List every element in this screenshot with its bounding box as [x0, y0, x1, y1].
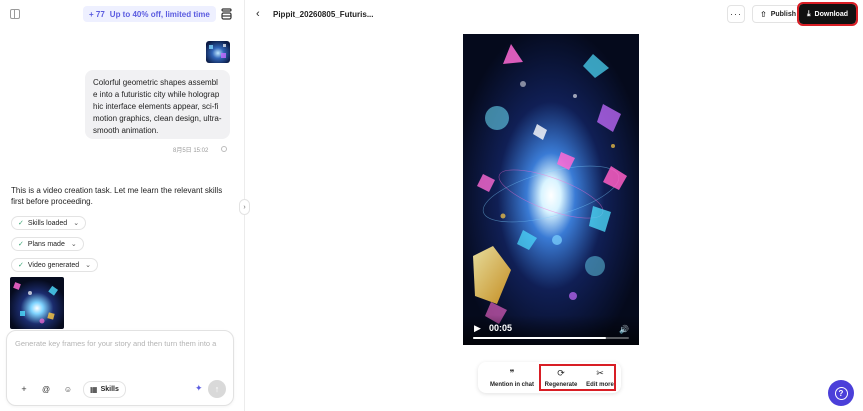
chat-panel: + 77 Up to 40% off, limited time Colorfu…: [0, 0, 245, 411]
edit-more-button[interactable]: ✂ Edit more: [582, 362, 618, 393]
assistant-message: This is a video creation task. Let me le…: [11, 186, 223, 206]
grid-icon: ▦: [90, 385, 98, 394]
regenerate-label: Regenerate: [544, 381, 578, 388]
download-button[interactable]: ⤓ Download: [797, 2, 858, 26]
clock-icon: [221, 146, 227, 152]
arrow-up-icon: ↑: [214, 384, 220, 394]
chat-composer: + @ ☺ ▦ Skills ✦ ↑: [6, 330, 234, 406]
promo-offer-text: Up to 40% off, limited time: [109, 9, 210, 19]
video-frame: [463, 34, 639, 345]
video-timestamp: 00:05: [489, 323, 513, 333]
video-player[interactable]: ▶ 00:05 🔊: [463, 34, 639, 345]
step-plans-made[interactable]: ✓ Plans made ⌄: [11, 237, 84, 251]
check-icon: ✓: [18, 220, 24, 227]
sidebar-toggle-icon[interactable]: [10, 9, 20, 19]
panel-collapse-handle[interactable]: ›: [239, 199, 250, 215]
check-icon: ✓: [18, 262, 24, 269]
step-label: Video generated: [27, 261, 80, 269]
chevron-down-icon: ⌄: [73, 220, 80, 227]
upload-icon: ⇧: [760, 9, 767, 19]
regenerate-button[interactable]: ⟳ Regenerate: [541, 362, 581, 393]
publish-button[interactable]: ⇧ Publish: [752, 5, 804, 23]
preview-panel: ‹ Pippit_20260805_Futuris... ··· ⇧ Publi…: [245, 0, 863, 411]
help-button[interactable]: ?: [828, 380, 854, 406]
video-progress-bar[interactable]: [473, 337, 629, 339]
sparkle-icon[interactable]: ✦: [195, 383, 203, 394]
publish-label: Publish: [770, 10, 796, 18]
user-prompt-bubble: Colorful geometric shapes assemble into …: [85, 70, 230, 139]
prompt-timestamp: 8月5日 15:02: [173, 148, 209, 154]
video-controls: ▶ 00:05 🔊: [463, 315, 639, 345]
more-options-button[interactable]: ···: [727, 5, 745, 23]
download-icon: ⤓: [807, 9, 811, 18]
mention-in-chat-label: Mention in chat: [490, 381, 534, 388]
refresh-icon: ⟳: [557, 367, 565, 378]
step-skills-loaded[interactable]: ✓ Skills loaded ⌄: [11, 216, 87, 230]
check-icon: ✓: [18, 241, 24, 248]
skills-label: Skills: [100, 386, 119, 393]
file-title: Pippit_20260805_Futuris...: [273, 10, 374, 19]
send-button[interactable]: ↑: [208, 380, 226, 398]
scissors-icon: ✂: [596, 367, 604, 378]
download-label: Download: [814, 10, 848, 18]
credits-count: + 77: [89, 9, 105, 19]
volume-icon[interactable]: 🔊: [619, 325, 629, 334]
emoji-icon[interactable]: ☺: [60, 381, 76, 397]
add-icon[interactable]: +: [16, 381, 32, 397]
generated-video-thumbnail[interactable]: [10, 277, 64, 329]
prompt-reference-thumbnail[interactable]: [206, 41, 230, 63]
mention-icon[interactable]: @: [38, 381, 54, 397]
edit-more-label: Edit more: [586, 381, 614, 388]
chevron-down-icon: ⌄: [70, 241, 77, 248]
promo-badge[interactable]: + 77 Up to 40% off, limited time: [83, 6, 216, 22]
skills-button[interactable]: ▦ Skills: [83, 381, 126, 398]
chevron-right-icon: ›: [243, 203, 246, 211]
back-chevron-icon[interactable]: ‹: [256, 8, 260, 20]
video-progress-fill: [473, 337, 606, 339]
play-icon[interactable]: ▶: [474, 323, 481, 334]
help-question-icon: ?: [834, 386, 848, 400]
step-label: Plans made: [27, 240, 65, 248]
step-label: Skills loaded: [27, 219, 68, 227]
layers-icon[interactable]: [221, 8, 232, 20]
step-video-generated[interactable]: ✓ Video generated ⌄: [11, 258, 98, 272]
chevron-down-icon: ⌄: [85, 262, 91, 269]
video-action-bar: ❞ Mention in chat ⟳ Regenerate ✂ Edit mo…: [478, 362, 621, 393]
quote-icon: ❞: [509, 367, 515, 378]
mention-in-chat-button[interactable]: ❞ Mention in chat: [484, 362, 540, 393]
chat-input[interactable]: [15, 339, 225, 348]
